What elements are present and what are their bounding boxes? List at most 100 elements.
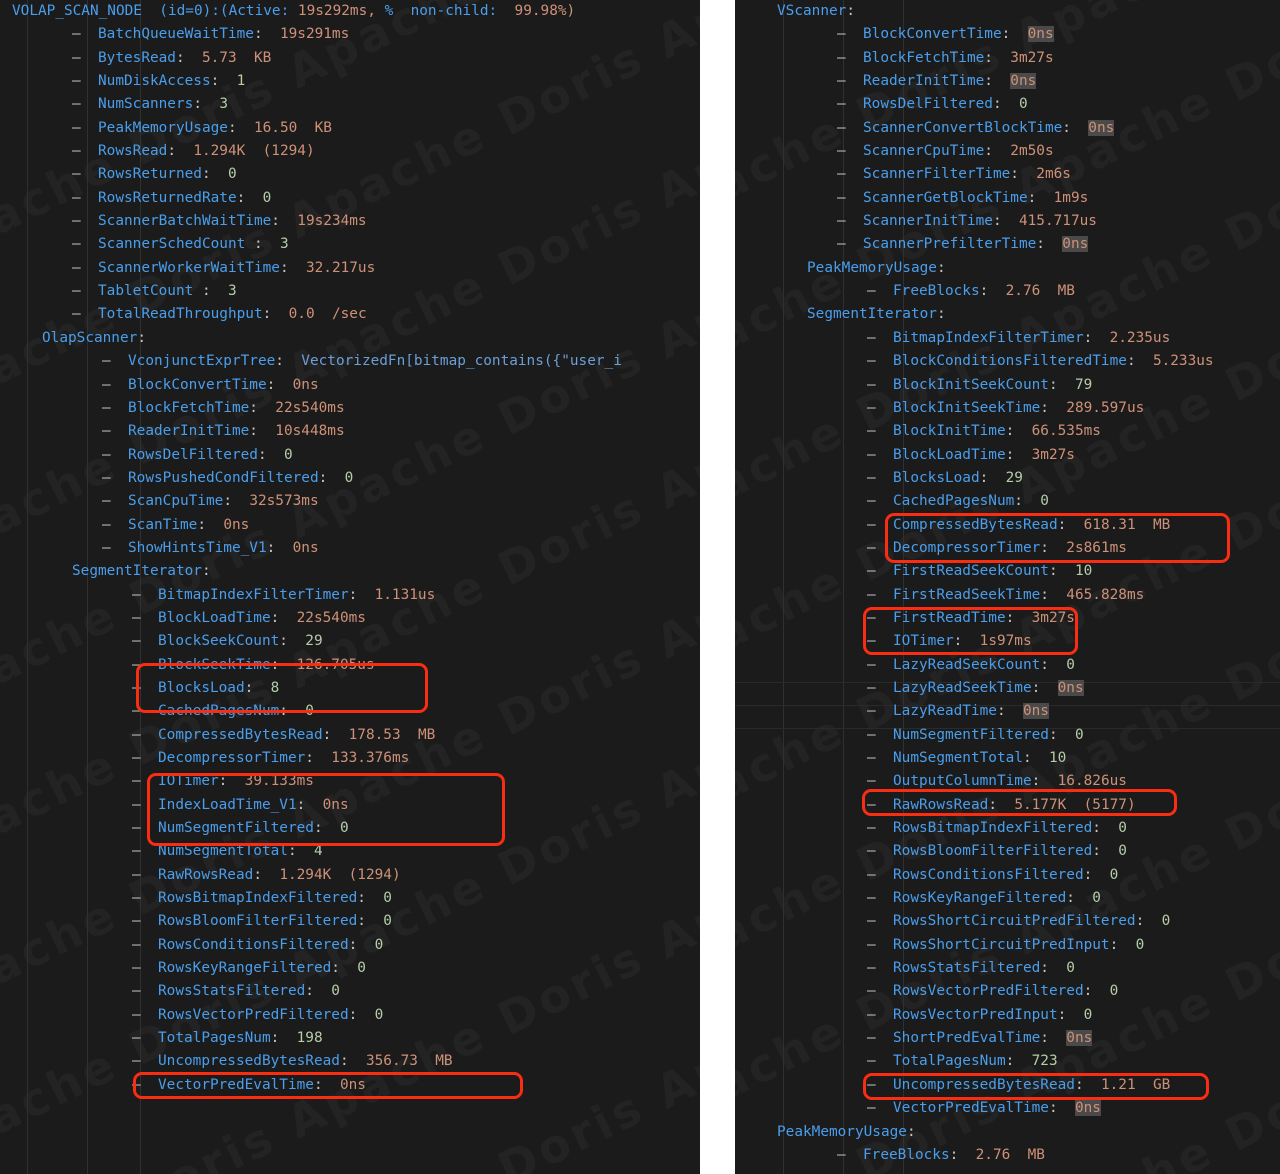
profile-counter-row[interactable]: – RowsShortCircuitPredInput: 0 (735, 934, 1280, 957)
profile-counter-row[interactable]: – RowsKeyRangeFiltered: 0 (735, 887, 1280, 910)
profile-counter-row[interactable]: – ScannerCpuTime: 2m50s (735, 140, 1280, 163)
profile-counter-row[interactable]: – ScannerInitTime: 415.717us (735, 210, 1280, 233)
profile-counter-row[interactable]: – TotalPagesNum: 723 (735, 1050, 1280, 1073)
profile-counter-row[interactable]: – IOTimer: 1s97ms (735, 630, 1280, 653)
profile-counter-row[interactable]: – RowsShortCircuitPredFiltered: 0 (735, 910, 1280, 933)
profile-counter-row[interactable]: – RowsBloomFilterFiltered: 0 (0, 910, 700, 933)
profile-counter-row[interactable]: – BlockConditionsFilteredTime: 5.233us (735, 350, 1280, 373)
profile-counter-row[interactable]: – NumSegmentFiltered: 0 (0, 817, 700, 840)
left-profile-pane[interactable]: Apache Doris Apache Doris Apache Doris A… (0, 0, 700, 1174)
profile-counter-row[interactable]: – RowsKeyRangeFiltered: 0 (0, 957, 700, 980)
profile-counter-row[interactable]: – BlocksLoad: 29 (735, 467, 1280, 490)
profile-section-row[interactable]: PeakMemoryUsage: (735, 1121, 1280, 1144)
profile-counter-row[interactable]: – VectorPredEvalTime: 0ns (735, 1097, 1280, 1120)
profile-counter-row[interactable]: – BlockInitSeekTime: 289.597us (735, 397, 1280, 420)
profile-counter-row[interactable]: – BlockConvertTime: 0ns (735, 23, 1280, 46)
profile-counter-row[interactable]: – BlocksLoad: 8 (0, 677, 700, 700)
profile-counter-row[interactable]: – IOTimer: 39.133ms (0, 770, 700, 793)
profile-counter-row[interactable]: – RowsDelFiltered: 0 (0, 444, 700, 467)
profile-counter-row[interactable]: – OutputColumnTime: 16.826us (735, 770, 1280, 793)
profile-counter-row[interactable]: – ReaderInitTime: 10s448ms (0, 420, 700, 443)
right-profile-lines[interactable]: VScanner: – BlockConvertTime: 0ns – BlockF… (735, 0, 1280, 1167)
profile-counter-row[interactable]: – BlockConvertTime: 0ns (0, 374, 700, 397)
profile-counter-row[interactable]: – TabletCount : 3 (0, 280, 700, 303)
profile-counter-row[interactable]: – RowsReturnedRate: 0 (0, 187, 700, 210)
profile-counter-row[interactable]: – NumDiskAccess: 1 (0, 70, 700, 93)
profile-counter-row[interactable]: – FreeBlocks: 2.76 MB (735, 1144, 1280, 1167)
profile-counter-row[interactable]: – RowsPushedCondFiltered: 0 (0, 467, 700, 490)
profile-counter-row[interactable]: – DecompressorTimer: 2s861ms (735, 537, 1280, 560)
profile-counter-row[interactable]: – NumSegmentTotal: 4 (0, 840, 700, 863)
profile-counter-row[interactable]: – CachedPagesNum: 0 (735, 490, 1280, 513)
profile-counter-row[interactable]: – RowsStatsFiltered: 0 (735, 957, 1280, 980)
profile-section-row[interactable]: SegmentIterator: (0, 560, 700, 583)
profile-counter-row[interactable]: – ScannerGetBlockTime: 1m9s (735, 187, 1280, 210)
profile-counter-row[interactable]: – ShortPredEvalTime: 0ns (735, 1027, 1280, 1050)
profile-counter-row[interactable]: – DecompressorTimer: 133.376ms (0, 747, 700, 770)
profile-section-row[interactable]: VScanner: (735, 0, 1280, 23)
profile-counter-row[interactable]: – RowsVectorPredFiltered: 0 (0, 1004, 700, 1027)
profile-counter-row[interactable]: – CompressedBytesRead: 178.53 MB (0, 724, 700, 747)
profile-counter-row[interactable]: – FirstReadSeekCount: 10 (735, 560, 1280, 583)
profile-counter-row[interactable]: – BlockLoadTime: 22s540ms (0, 607, 700, 630)
profile-counter-row[interactable]: – RowsBitmapIndexFiltered: 0 (0, 887, 700, 910)
profile-counter-row[interactable]: – UncompressedBytesRead: 1.21 GB (735, 1074, 1280, 1097)
profile-counter-row[interactable]: – CachedPagesNum: 0 (0, 700, 700, 723)
profile-counter-row[interactable]: – BlockInitSeekCount: 79 (735, 374, 1280, 397)
profile-counter-row[interactable]: – BlockFetchTime: 3m27s (735, 47, 1280, 70)
profile-counter-row[interactable]: – BatchQueueWaitTime: 19s291ms (0, 23, 700, 46)
profile-counter-row[interactable]: – RowsBitmapIndexFiltered: 0 (735, 817, 1280, 840)
profile-counter-row[interactable]: – ScanCpuTime: 32s573ms (0, 490, 700, 513)
profile-counter-row[interactable]: – RowsConditionsFiltered: 0 (0, 934, 700, 957)
right-profile-pane[interactable]: Apache Doris Apache Doris Apache Doris A… (735, 0, 1280, 1174)
profile-counter-row[interactable]: – RowsVectorPredFiltered: 0 (735, 980, 1280, 1003)
profile-counter-row[interactable]: – BlockInitTime: 66.535ms (735, 420, 1280, 443)
profile-section-row[interactable]: OlapScanner: (0, 327, 700, 350)
profile-counter-row[interactable]: – NumScanners: 3 (0, 93, 700, 116)
profile-header-row[interactable]: VOLAP_SCAN_NODE (id=0):(Active: 19s292ms… (0, 0, 700, 23)
profile-counter-row[interactable]: – BlockSeekTime: 126.705us (0, 654, 700, 677)
profile-counter-row[interactable]: – RowsDelFiltered: 0 (735, 93, 1280, 116)
profile-counter-row[interactable]: – ShowHintsTime_V1: 0ns (0, 537, 700, 560)
profile-section-row[interactable]: PeakMemoryUsage: (735, 257, 1280, 280)
profile-counter-row[interactable]: – RawRowsRead: 5.177K (5177) (735, 794, 1280, 817)
profile-counter-row[interactable]: – RowsBloomFilterFiltered: 0 (735, 840, 1280, 863)
profile-counter-row[interactable]: – NumSegmentFiltered: 0 (735, 724, 1280, 747)
profile-counter-row[interactable]: – FreeBlocks: 2.76 MB (735, 280, 1280, 303)
profile-counter-row[interactable]: – RowsReturned: 0 (0, 163, 700, 186)
profile-counter-row[interactable]: – ScannerFilterTime: 2m6s (735, 163, 1280, 186)
profile-counter-row[interactable]: – NumSegmentTotal: 10 (735, 747, 1280, 770)
profile-counter-row[interactable]: – ScannerSchedCount : 3 (0, 233, 700, 256)
profile-counter-row[interactable]: – RowsConditionsFiltered: 0 (735, 864, 1280, 887)
profile-counter-row[interactable]: – RowsVectorPredInput: 0 (735, 1004, 1280, 1027)
profile-counter-row[interactable]: – LazyReadTime: 0ns (735, 700, 1280, 723)
profile-counter-row[interactable]: – RowsStatsFiltered: 0 (0, 980, 700, 1003)
profile-counter-row[interactable]: – LazyReadSeekCount: 0 (735, 654, 1280, 677)
profile-counter-row[interactable]: – PeakMemoryUsage: 16.50 KB (0, 117, 700, 140)
profile-counter-row[interactable]: – VconjunctExprTree: VectorizedFn[bitmap… (0, 350, 700, 373)
profile-counter-row[interactable]: – ScannerPrefilterTime: 0ns (735, 233, 1280, 256)
profile-section-row[interactable]: SegmentIterator: (735, 303, 1280, 326)
profile-counter-row[interactable]: – BlockLoadTime: 3m27s (735, 444, 1280, 467)
profile-counter-row[interactable]: – FirstReadTime: 3m27s (735, 607, 1280, 630)
profile-counter-row[interactable]: – ScannerBatchWaitTime: 19s234ms (0, 210, 700, 233)
profile-counter-row[interactable]: – BlockSeekCount: 29 (0, 630, 700, 653)
profile-counter-row[interactable]: – ReaderInitTime: 0ns (735, 70, 1280, 93)
profile-counter-row[interactable]: – TotalPagesNum: 198 (0, 1027, 700, 1050)
profile-counter-row[interactable]: – ScannerConvertBlockTime: 0ns (735, 117, 1280, 140)
profile-counter-row[interactable]: – CompressedBytesRead: 618.31 MB (735, 514, 1280, 537)
profile-counter-row[interactable]: – RowsRead: 1.294K (1294) (0, 140, 700, 163)
profile-counter-row[interactable]: – TotalReadThroughput: 0.0 /sec (0, 303, 700, 326)
profile-counter-row[interactable]: – UncompressedBytesRead: 356.73 MB (0, 1050, 700, 1073)
profile-counter-row[interactable]: – BlockFetchTime: 22s540ms (0, 397, 700, 420)
profile-counter-row[interactable]: – BitmapIndexFilterTimer: 2.235us (735, 327, 1280, 350)
profile-counter-row[interactable]: – VectorPredEvalTime: 0ns (0, 1074, 700, 1097)
profile-counter-row[interactable]: – BitmapIndexFilterTimer: 1.131us (0, 584, 700, 607)
profile-counter-row[interactable]: – ScannerWorkerWaitTime: 32.217us (0, 257, 700, 280)
left-profile-lines[interactable]: VOLAP_SCAN_NODE (id=0):(Active: 19s292ms… (0, 0, 700, 1097)
profile-counter-row[interactable]: – RawRowsRead: 1.294K (1294) (0, 864, 700, 887)
profile-counter-row[interactable]: – FirstReadSeekTime: 465.828ms (735, 584, 1280, 607)
profile-counter-row[interactable]: – LazyReadSeekTime: 0ns (735, 677, 1280, 700)
profile-counter-row[interactable]: – IndexLoadTime_V1: 0ns (0, 794, 700, 817)
profile-counter-row[interactable]: – BytesRead: 5.73 KB (0, 47, 700, 70)
